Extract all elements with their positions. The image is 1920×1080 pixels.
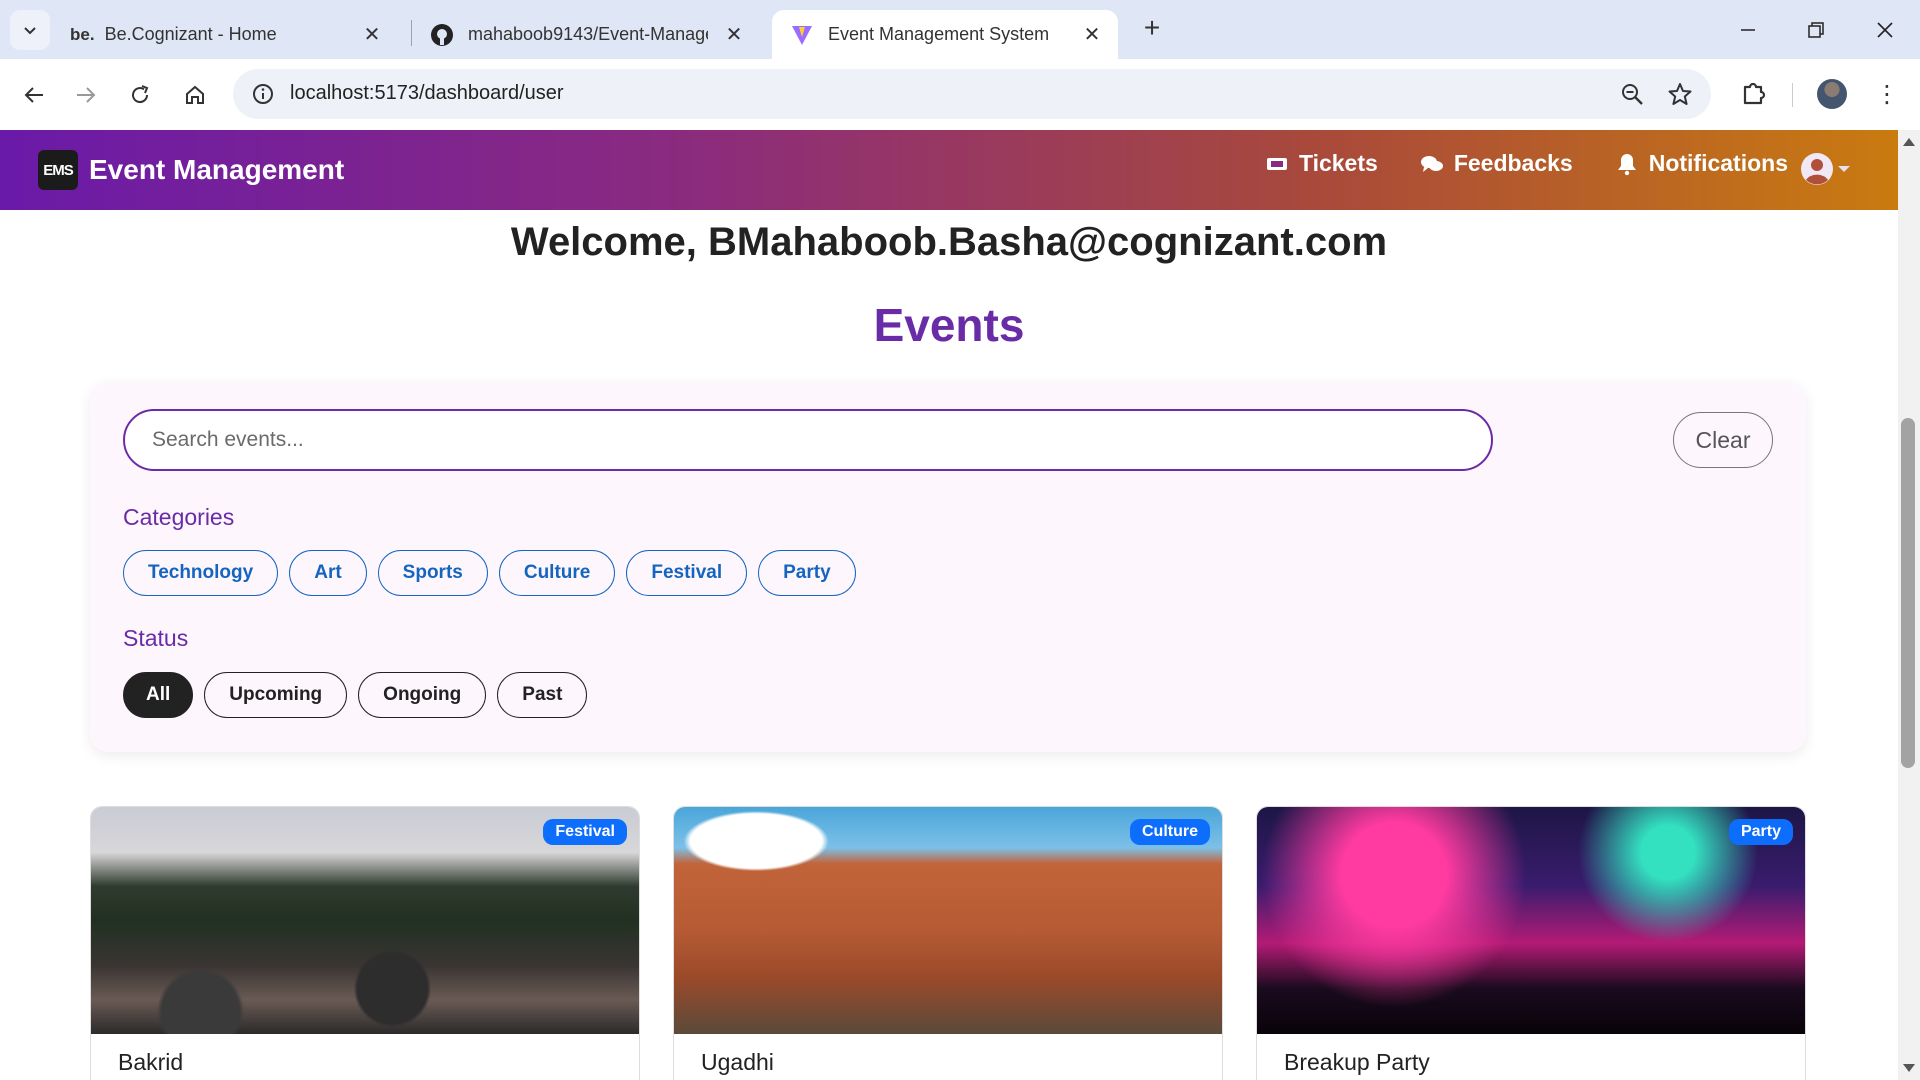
reload-button[interactable] — [120, 75, 160, 115]
minimize-icon — [1741, 29, 1755, 31]
close-icon[interactable]: ✕ — [1080, 23, 1104, 47]
brand[interactable]: EMS Event Management — [38, 150, 344, 190]
tab-event-management[interactable]: Event Management System ✕ — [772, 10, 1118, 59]
tab-title: Event Management System — [828, 24, 1050, 44]
vite-icon — [790, 23, 814, 47]
event-card[interactable]: Culture Ugadhi — [673, 806, 1223, 1080]
browser-tab-strip: be. Be.Cognizant - Home ✕ mahaboob9143/E… — [0, 0, 1920, 59]
event-card[interactable]: Festival Bakrid — [90, 806, 640, 1080]
caret-down-icon — [1838, 166, 1850, 172]
user-menu-dropdown[interactable] — [1800, 152, 1850, 186]
categories-label: Categories — [123, 504, 235, 530]
tab-github[interactable]: mahaboob9143/Event-Manage ✕ — [412, 10, 760, 59]
restore-button[interactable] — [1786, 10, 1846, 50]
page-viewport: EMS Event Management Tickets Feedbacks N… — [0, 130, 1898, 1080]
status-all[interactable]: All — [123, 672, 194, 718]
event-title: Ugadhi — [701, 1049, 774, 1075]
becognizant-favicon-icon: be. — [70, 24, 95, 44]
restore-icon — [1808, 22, 1824, 38]
bell-icon — [1617, 153, 1636, 175]
event-title: Breakup Party — [1284, 1049, 1430, 1075]
forward-button[interactable] — [66, 75, 106, 115]
nav-links: Tickets Feedbacks Notifications — [1223, 150, 1788, 177]
chevron-down-icon — [24, 27, 36, 35]
url-text: localhost:5173/dashboard/user — [290, 82, 564, 104]
status-upcoming[interactable]: Upcoming — [204, 672, 348, 718]
event-title: Bakrid — [118, 1049, 184, 1075]
user-circle-icon — [1801, 153, 1833, 185]
page-scrollbar[interactable] — [1898, 130, 1920, 1080]
app-navbar: EMS Event Management Tickets Feedbacks N… — [0, 130, 1898, 210]
clear-button[interactable]: Clear — [1673, 412, 1773, 468]
event-card[interactable]: Party Breakup Party — [1256, 806, 1806, 1080]
extensions-puzzle-icon[interactable] — [1738, 77, 1770, 109]
nav-tickets[interactable]: Tickets — [1265, 150, 1378, 177]
nav-tickets-label: Tickets — [1298, 150, 1378, 176]
status-ongoing[interactable]: Ongoing — [358, 672, 487, 718]
welcome-heading: Welcome, BMahaboob.Basha@cognizant.com — [510, 220, 1388, 264]
tab-title: Be.Cognizant - Home — [104, 24, 277, 44]
category-badge: Party — [1728, 819, 1793, 845]
category-pills: Technology Art Sports Culture Festival P… — [123, 550, 867, 596]
reload-icon — [132, 85, 149, 104]
brand-name: Event Management — [89, 154, 345, 185]
github-icon — [430, 23, 454, 47]
close-icon[interactable]: ✕ — [722, 23, 746, 47]
category-culture[interactable]: Culture — [498, 550, 616, 596]
tab-becognizant[interactable]: be. Be.Cognizant - Home ✕ — [58, 10, 398, 59]
scroll-down-arrow-icon[interactable] — [1903, 1064, 1915, 1072]
category-badge: Festival — [543, 819, 627, 845]
close-icon[interactable]: ✕ — [360, 23, 384, 47]
nav-notifications[interactable]: Notifications — [1615, 150, 1788, 177]
search-input[interactable] — [123, 409, 1493, 471]
scrollbar-thumb[interactable] — [1901, 418, 1915, 768]
close-icon — [1877, 22, 1893, 38]
zoom-icon[interactable] — [1619, 81, 1645, 107]
filter-card: Clear Categories Technology Art Sports C… — [90, 382, 1806, 752]
minimize-button[interactable] — [1718, 10, 1778, 50]
category-art[interactable]: Art — [289, 550, 367, 596]
home-icon — [186, 85, 204, 104]
nav-notifications-label: Notifications — [1648, 150, 1788, 176]
status-label: Status — [123, 625, 189, 651]
new-tab-button[interactable]: + — [1136, 12, 1168, 44]
tab-title: mahaboob9143/Event-Manage — [468, 24, 708, 44]
more-menu-icon[interactable]: ⋮ — [1872, 79, 1902, 109]
toolbar-separator — [1792, 83, 1793, 107]
category-badge: Culture — [1130, 819, 1210, 845]
browser-toolbar: localhost:5173/dashboard/user ⋮ — [0, 59, 1920, 130]
bookmark-star-icon[interactable] — [1667, 81, 1693, 107]
event-image — [1257, 807, 1805, 1034]
status-past[interactable]: Past — [497, 672, 588, 718]
category-technology[interactable]: Technology — [123, 550, 279, 596]
category-festival[interactable]: Festival — [626, 550, 748, 596]
status-pills: All Upcoming Ongoing Past — [123, 672, 598, 718]
close-window-button[interactable] — [1855, 10, 1915, 50]
profile-avatar[interactable] — [1817, 79, 1847, 109]
arrow-right-icon — [77, 87, 96, 103]
category-party[interactable]: Party — [758, 550, 856, 596]
scroll-up-arrow-icon[interactable] — [1903, 138, 1915, 146]
tab-search-dropdown-button[interactable] — [10, 10, 50, 50]
nav-feedbacks-label: Feedbacks — [1453, 150, 1573, 176]
comments-icon — [1420, 155, 1443, 172]
category-sports[interactable]: Sports — [377, 550, 488, 596]
nav-feedbacks[interactable]: Feedbacks — [1420, 150, 1573, 177]
events-heading: Events — [873, 299, 1025, 351]
back-button[interactable] — [14, 75, 54, 115]
ticket-icon — [1266, 157, 1287, 170]
brand-logo: EMS — [38, 150, 78, 190]
site-info-icon[interactable] — [251, 82, 275, 106]
home-button[interactable] — [175, 75, 215, 115]
address-bar[interactable]: localhost:5173/dashboard/user — [233, 69, 1711, 119]
arrow-left-icon — [24, 87, 43, 103]
